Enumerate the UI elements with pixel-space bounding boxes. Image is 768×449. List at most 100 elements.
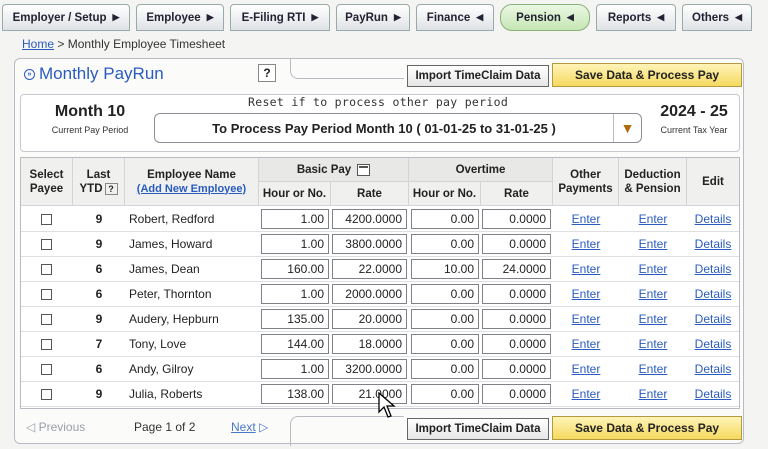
overtime-hours-input[interactable]: 0.00 xyxy=(411,384,479,404)
basic-hours-input[interactable]: 1.00 xyxy=(261,359,329,379)
overtime-hours-input[interactable]: 0.00 xyxy=(411,234,479,254)
tax-year-value: 2024 - 25 xyxy=(660,103,728,120)
calculator-icon[interactable] xyxy=(357,163,371,176)
help-button[interactable]: ? xyxy=(258,64,276,82)
select-payee-checkbox[interactable] xyxy=(41,213,52,225)
basic-rate-input[interactable]: 3200.0000 xyxy=(332,359,407,379)
employee-name: James, Howard xyxy=(129,237,213,251)
nav-tab-reports[interactable]: Reports ◀ xyxy=(596,4,676,31)
next-page-button[interactable]: Next ▷ xyxy=(231,420,268,434)
edit-details-link[interactable]: Details xyxy=(695,237,732,251)
basic-hours-input[interactable]: 1.00 xyxy=(261,234,329,254)
basic-hours-input[interactable]: 138.00 xyxy=(261,384,329,404)
other-payments-enter-link[interactable]: Enter xyxy=(572,362,601,376)
basic-rate-input[interactable]: 2000.0000 xyxy=(332,284,407,304)
employee-name: Tony, Love xyxy=(129,337,187,351)
employee-name: Julia, Roberts xyxy=(129,387,203,401)
nav-tab-finance[interactable]: Finance ◀ xyxy=(416,4,494,31)
select-payee-checkbox[interactable] xyxy=(41,313,52,325)
other-payments-enter-link[interactable]: Enter xyxy=(572,387,601,401)
deduction-enter-link[interactable]: Enter xyxy=(639,287,668,301)
nav-tab-others[interactable]: Others ◀ xyxy=(682,4,752,31)
breadcrumb-home-link[interactable]: Home xyxy=(22,37,54,51)
breadcrumb-separator: > xyxy=(57,37,65,51)
edit-details-link[interactable]: Details xyxy=(695,212,732,226)
edit-details-link[interactable]: Details xyxy=(695,312,732,326)
overtime-rate-input[interactable]: 0.0000 xyxy=(482,384,551,404)
overtime-hours-input[interactable]: 10.00 xyxy=(411,259,479,279)
basic-hours-input[interactable]: 160.00 xyxy=(261,259,329,279)
nav-tab-pension[interactable]: Pension ◀ xyxy=(500,4,590,31)
edit-details-link[interactable]: Details xyxy=(695,362,732,376)
header-basic-rate: Rate xyxy=(331,182,409,206)
chevron-right-icon: ▶ xyxy=(206,12,214,22)
save-process-button-bottom[interactable]: Save Data & Process Pay xyxy=(552,416,742,440)
overtime-hours-input[interactable]: 0.00 xyxy=(411,284,479,304)
deduction-enter-link[interactable]: Enter xyxy=(639,387,668,401)
deduction-enter-link[interactable]: Enter xyxy=(639,337,668,351)
overtime-hours-input[interactable]: 0.00 xyxy=(411,209,479,229)
basic-rate-input[interactable]: 3800.0000 xyxy=(332,234,407,254)
select-payee-checkbox[interactable] xyxy=(41,288,52,300)
chevron-left-icon: ◀ xyxy=(657,12,665,22)
last-ytd-value: 9 xyxy=(95,237,103,251)
deduction-enter-link[interactable]: Enter xyxy=(639,362,668,376)
select-payee-checkbox[interactable] xyxy=(41,238,52,250)
other-payments-enter-link[interactable]: Enter xyxy=(572,337,601,351)
select-payee-checkbox[interactable] xyxy=(41,388,52,400)
ytd-help-icon[interactable]: ? xyxy=(104,182,118,195)
deduction-enter-link[interactable]: Enter xyxy=(639,262,668,276)
edit-details-link[interactable]: Details xyxy=(695,287,732,301)
overtime-rate-input[interactable]: 0.0000 xyxy=(482,359,551,379)
overtime-rate-input[interactable]: 0.0000 xyxy=(482,234,551,254)
basic-rate-input[interactable]: 22.0000 xyxy=(332,259,407,279)
deduction-enter-link[interactable]: Enter xyxy=(639,312,668,326)
select-payee-checkbox[interactable] xyxy=(41,338,52,350)
edit-details-link[interactable]: Details xyxy=(695,387,732,401)
dropdown-arrow-icon[interactable]: ▼ xyxy=(613,114,641,142)
employee-name: James, Dean xyxy=(129,262,200,276)
tax-year: 2024 - 25 Current Tax Year xyxy=(650,103,738,135)
other-payments-enter-link[interactable]: Enter xyxy=(572,212,601,226)
overtime-rate-input[interactable]: 0.0000 xyxy=(482,284,551,304)
overtime-hours-input[interactable]: 0.00 xyxy=(411,359,479,379)
overtime-rate-input[interactable]: 24.0000 xyxy=(482,259,551,279)
add-new-employee-link[interactable]: (Add New Employee) xyxy=(137,182,246,196)
table-row: 6 James, Dean 160.00 22.0000 10.00 24.0000 Ent… xyxy=(21,257,739,282)
basic-rate-input[interactable]: 18.0000 xyxy=(332,334,407,354)
other-payments-enter-link[interactable]: Enter xyxy=(572,312,601,326)
deduction-enter-link[interactable]: Enter xyxy=(639,237,668,251)
chevron-right-icon: ▶ xyxy=(112,12,120,22)
deduction-enter-link[interactable]: Enter xyxy=(639,212,668,226)
chevron-left-icon: ◀ xyxy=(566,12,574,22)
other-payments-enter-link[interactable]: Enter xyxy=(572,262,601,276)
import-timeclaim-button-top[interactable]: Import TimeClaim Data xyxy=(407,65,549,87)
nav-tab-employer-setup[interactable]: Employer / Setup ▶ xyxy=(2,4,130,31)
nav-tab-payrun[interactable]: PayRun ▶ xyxy=(336,4,410,31)
overtime-hours-input[interactable]: 0.00 xyxy=(411,334,479,354)
basic-hours-input[interactable]: 135.00 xyxy=(261,309,329,329)
pay-period-select[interactable]: To Process Pay Period Month 10 ( 01-01-2… xyxy=(154,113,642,143)
other-payments-enter-link[interactable]: Enter xyxy=(572,287,601,301)
previous-page-button[interactable]: ◁ Previous xyxy=(26,420,85,434)
edit-details-link[interactable]: Details xyxy=(695,262,732,276)
overtime-hours-input[interactable]: 0.00 xyxy=(411,309,479,329)
basic-hours-input[interactable]: 1.00 xyxy=(261,284,329,304)
header-ot-hour: Hour or No. xyxy=(409,182,481,206)
other-payments-enter-link[interactable]: Enter xyxy=(572,237,601,251)
import-timeclaim-button-bottom[interactable]: Import TimeClaim Data xyxy=(407,418,549,440)
overtime-rate-input[interactable]: 0.0000 xyxy=(482,209,551,229)
chevron-left-icon: ◁ xyxy=(26,420,39,434)
basic-hours-input[interactable]: 144.00 xyxy=(261,334,329,354)
edit-details-link[interactable]: Details xyxy=(695,337,732,351)
overtime-rate-input[interactable]: 0.0000 xyxy=(482,309,551,329)
nav-tab-employee[interactable]: Employee ▶ xyxy=(136,4,224,31)
overtime-rate-input[interactable]: 0.0000 xyxy=(482,334,551,354)
basic-hours-input[interactable]: 1.00 xyxy=(261,209,329,229)
select-payee-checkbox[interactable] xyxy=(41,263,52,275)
nav-tab-efiling-rti[interactable]: E-Filing RTI ▶ xyxy=(230,4,330,31)
select-payee-checkbox[interactable] xyxy=(41,363,52,375)
basic-rate-input[interactable]: 20.0000 xyxy=(332,309,407,329)
basic-rate-input[interactable]: 4200.0000 xyxy=(332,209,407,229)
save-process-button-top[interactable]: Save Data & Process Pay xyxy=(552,63,742,87)
